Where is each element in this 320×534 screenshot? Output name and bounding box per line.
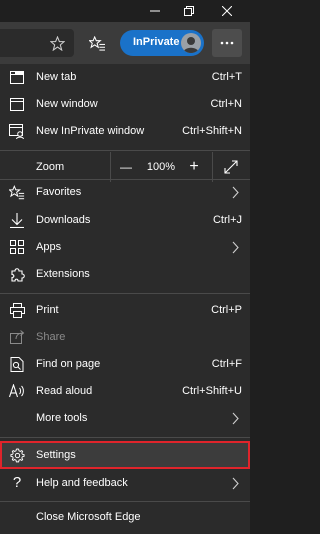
favorites-icon <box>9 184 25 200</box>
title-bar <box>0 0 250 22</box>
menu-item-label: New InPrivate window <box>36 125 145 137</box>
menu-item-label: Favorites <box>36 186 82 198</box>
share-icon <box>9 329 25 345</box>
chevron-right-icon <box>232 241 239 254</box>
download-icon <box>9 212 25 228</box>
menu-divider <box>0 501 250 502</box>
menu-item-more-tools[interactable]: More tools <box>0 405 250 432</box>
menu-item-extensions[interactable]: Extensions <box>0 261 250 288</box>
add-favorite-button[interactable] <box>44 30 70 56</box>
more-icon <box>220 41 234 45</box>
favorites-button[interactable] <box>84 30 110 56</box>
inprivate-window-icon <box>9 123 25 139</box>
minimize-button[interactable] <box>138 0 172 22</box>
zoom-out-button[interactable]: — <box>113 153 139 181</box>
avatar-icon <box>181 33 201 53</box>
find-icon <box>9 356 25 372</box>
menu-item-read-aloud[interactable]: Read aloud Ctrl+Shift+U <box>0 378 250 405</box>
menu-item-shortcut: Ctrl+Shift+U <box>182 385 242 397</box>
new-tab-icon <box>9 69 25 85</box>
menu-item-new-window[interactable]: New window Ctrl+N <box>0 91 250 118</box>
full-screen-button[interactable] <box>220 156 242 178</box>
gear-icon <box>9 447 25 463</box>
menu-item-label: Apps <box>36 241 62 253</box>
chevron-right-icon <box>232 477 239 490</box>
menu-item-find-on-page[interactable]: Find on page Ctrl+F <box>0 351 250 378</box>
chevron-right-icon <box>232 412 239 425</box>
zoom-in-icon: + <box>189 158 199 175</box>
apps-icon <box>9 239 25 255</box>
menu-divider <box>0 150 250 151</box>
menu-item-close-microsoft-edge[interactable]: Close Microsoft Edge <box>0 504 250 531</box>
read-aloud-icon <box>9 383 25 399</box>
menu-item-shortcut: Ctrl+P <box>211 304 242 316</box>
menu-item-share: Share <box>0 324 250 351</box>
star-icon <box>49 35 65 51</box>
zoom-out-icon: — <box>120 160 132 174</box>
menu-divider <box>0 437 250 438</box>
menu-item-label: New tab <box>36 71 77 83</box>
menu-item-label: More tools <box>36 412 88 424</box>
menu-item-new-tab[interactable]: New tab Ctrl+T <box>0 64 250 91</box>
menu-item-new-inprivate-window[interactable]: New InPrivate window Ctrl+Shift+N <box>0 118 250 145</box>
settings-and-more-menu: New tab Ctrl+T New window Ctrl+N New InP… <box>0 64 250 534</box>
favorites-icon <box>88 35 105 51</box>
close-window-button[interactable] <box>210 0 244 22</box>
settings-and-more-button[interactable] <box>212 29 242 57</box>
menu-item-shortcut: Ctrl+Shift+N <box>182 125 242 137</box>
menu-item-label: Close Microsoft Edge <box>36 511 141 523</box>
restore-icon <box>184 6 194 16</box>
menu-item-favorites[interactable]: Favorites <box>0 179 250 206</box>
menu-item-shortcut: Ctrl+N <box>210 98 242 110</box>
menu-item-label: Read aloud <box>36 385 93 397</box>
browser-toolbar: InPrivate <box>0 22 250 64</box>
menu-item-label: Print <box>36 304 59 316</box>
menu-item-shortcut: Ctrl+F <box>211 358 242 370</box>
zoom-divider <box>110 152 111 182</box>
menu-item-downloads[interactable]: Downloads Ctrl+J <box>0 207 250 234</box>
menu-item-label: Help and feedback <box>36 477 128 489</box>
menu-item-label: Downloads <box>36 214 91 226</box>
menu-item-shortcut: Ctrl+J <box>212 214 242 226</box>
close-icon <box>222 6 232 16</box>
menu-item-shortcut: Ctrl+T <box>211 71 242 83</box>
printer-icon <box>9 302 25 318</box>
menu-item-label: Share <box>36 331 66 343</box>
zoom-level: 100% <box>146 161 176 173</box>
menu-item-label: Find on page <box>36 358 101 370</box>
restore-button[interactable] <box>172 0 206 22</box>
menu-item-label: Settings <box>36 449 76 461</box>
menu-item-label: New window <box>36 98 98 110</box>
menu-divider <box>0 293 250 294</box>
inprivate-badge[interactable]: InPrivate <box>120 30 204 56</box>
full-screen-icon <box>224 160 238 174</box>
minimize-icon <box>150 10 160 12</box>
menu-item-help-and-feedback[interactable]: ? Help and feedback <box>0 470 250 497</box>
zoom-label: Zoom <box>36 161 65 173</box>
menu-item-label: Extensions <box>36 268 90 280</box>
zoom-divider <box>212 152 213 182</box>
help-icon: ? <box>12 474 22 491</box>
menu-item-apps[interactable]: Apps <box>0 234 250 261</box>
menu-item-print[interactable]: Print Ctrl+P <box>0 297 250 324</box>
inprivate-label: InPrivate <box>133 36 180 48</box>
chevron-right-icon <box>232 186 239 199</box>
zoom-in-button[interactable]: + <box>181 153 207 181</box>
zoom-row: Zoom — 100% + <box>0 152 250 182</box>
menu-item-settings[interactable]: Settings <box>0 441 250 469</box>
new-window-icon <box>9 96 25 112</box>
puzzle-icon <box>9 266 25 282</box>
